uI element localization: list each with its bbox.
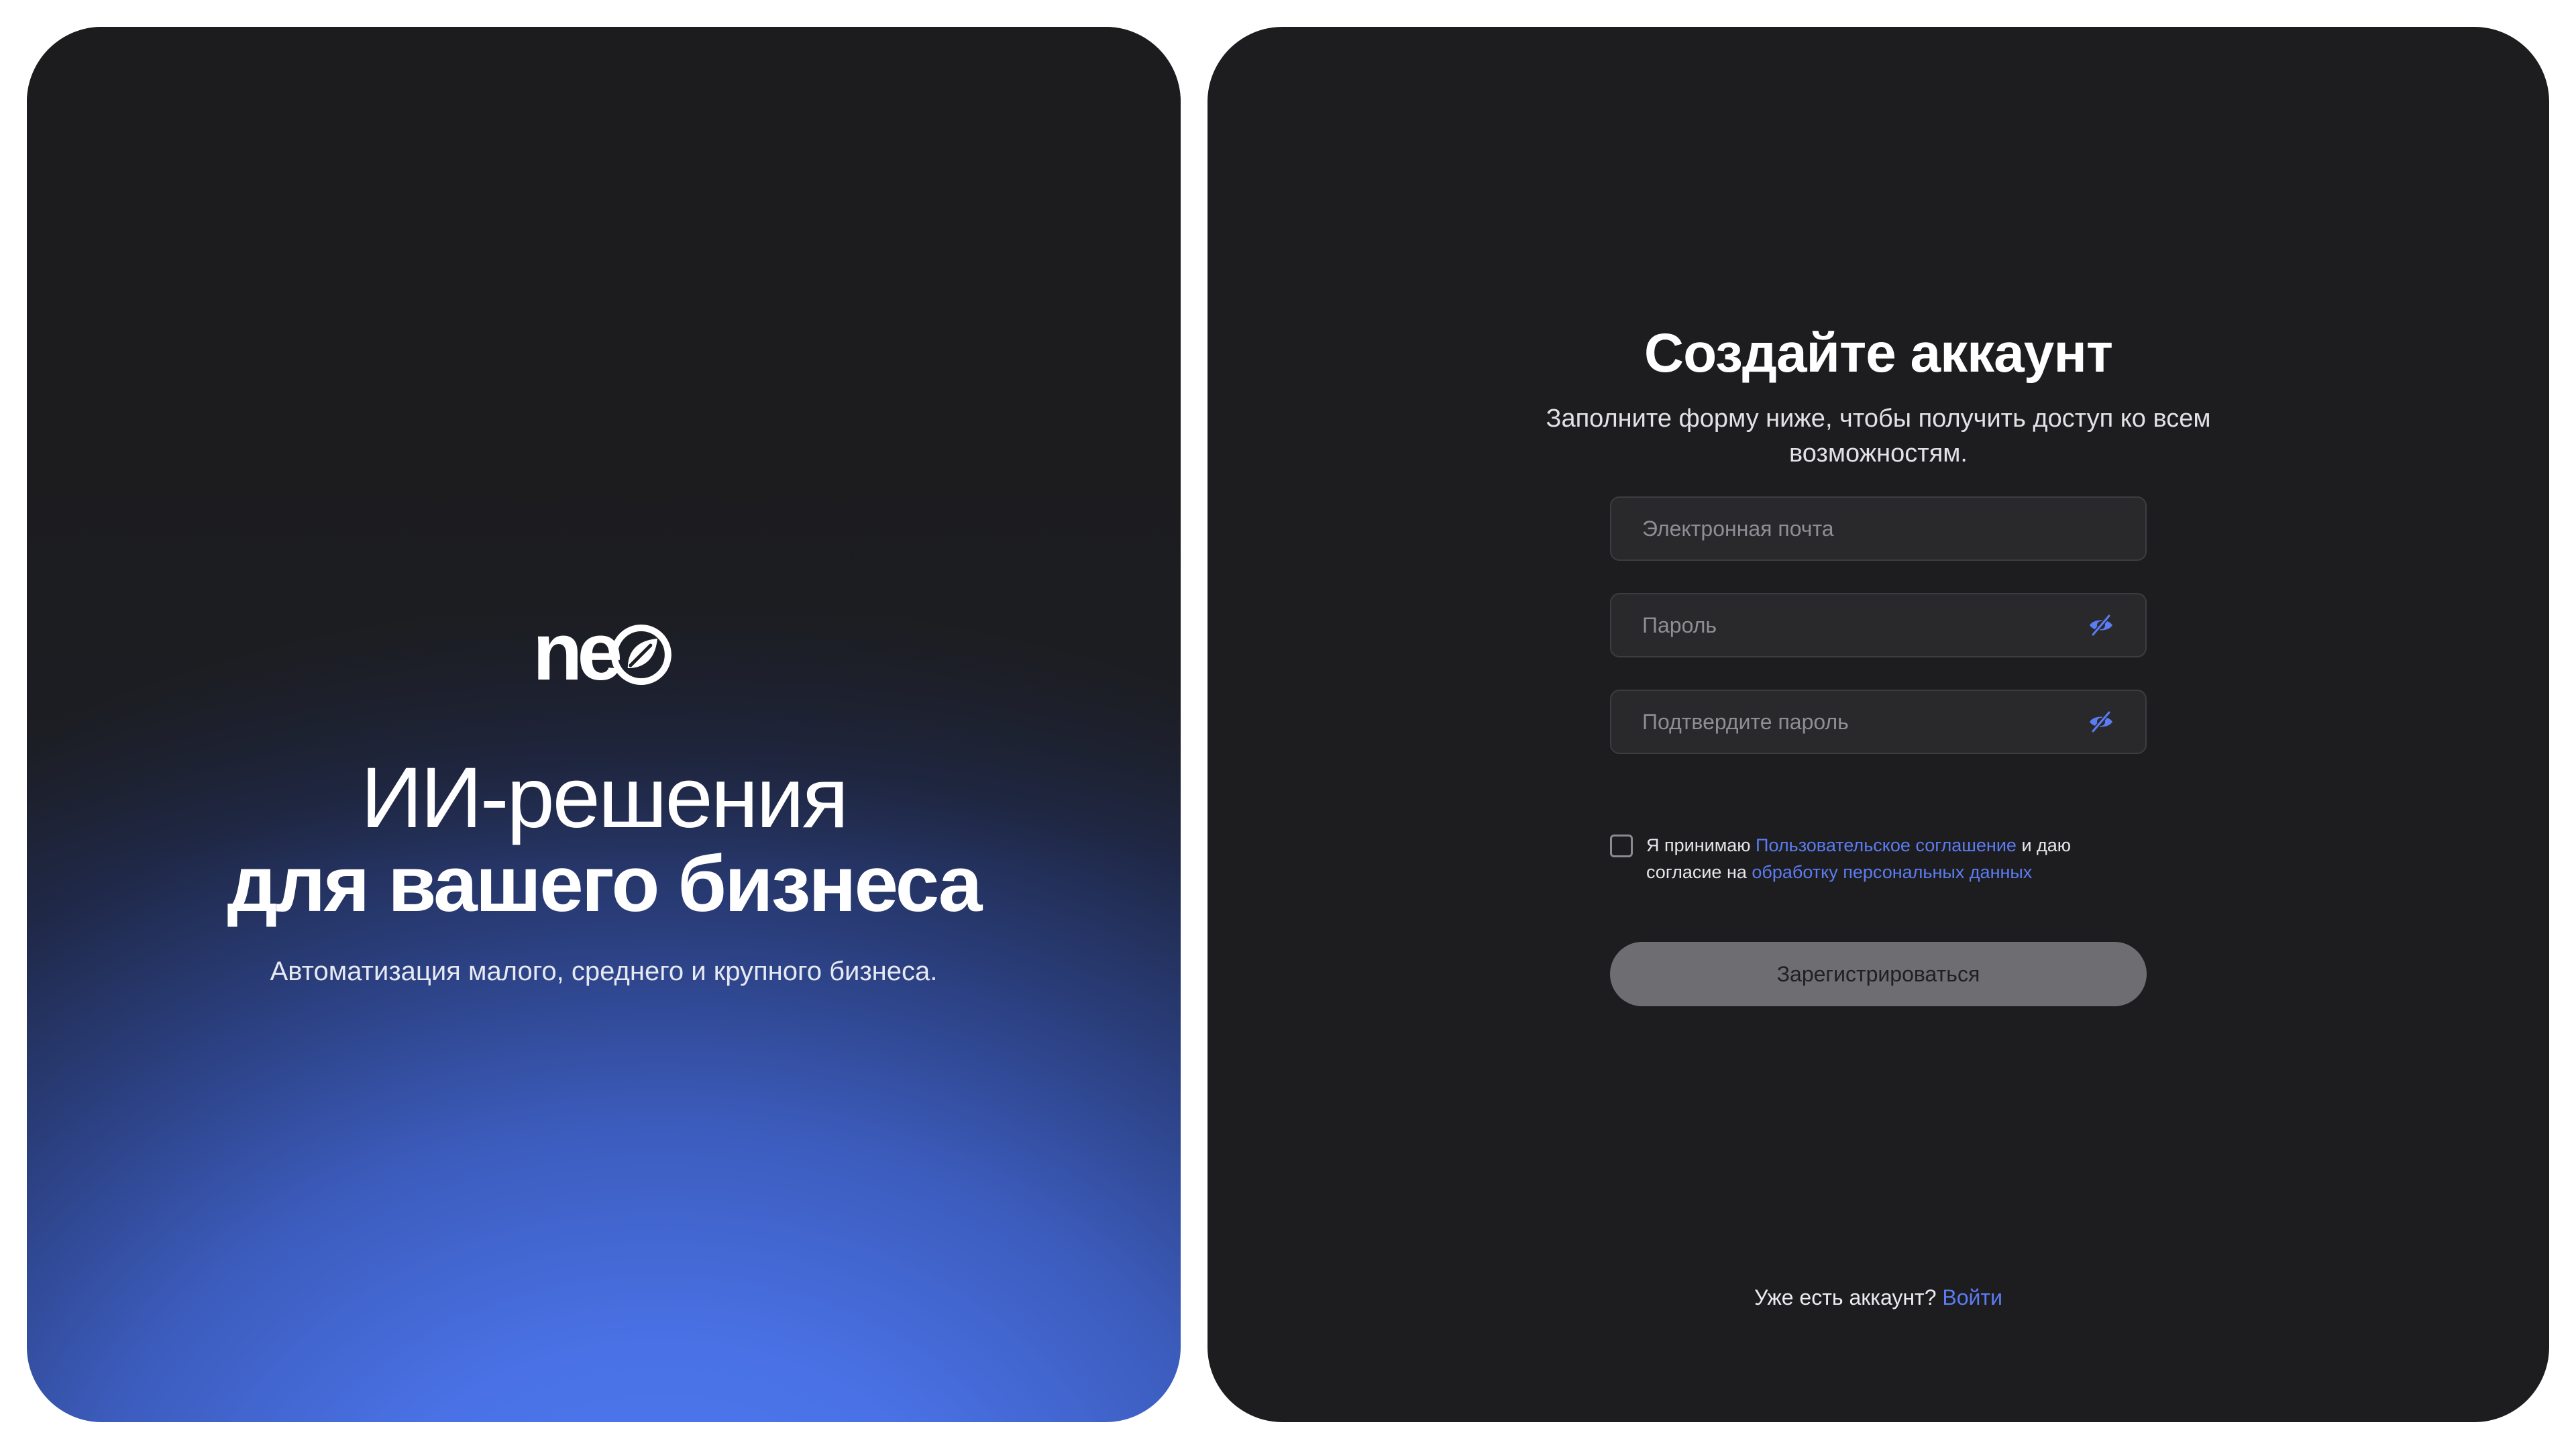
hero-headline-line1: ИИ-решения [360,750,849,846]
register-button[interactable]: Зарегистрироваться [1610,942,2147,1006]
hero-subtitle: Автоматизация малого, среднего и крупног… [270,957,938,986]
consent-text: Я принимаю Пользовательское соглашение и… [1646,832,2147,885]
form-title: Создайте аккаунт [1644,323,2113,384]
consent-checkbox[interactable] [1610,835,1633,857]
logo-wordmark: ne [532,606,623,697]
signin-prompt: Уже есть аккаунт? Войти [1208,1285,2549,1310]
terms-link[interactable]: Пользовательское соглашение [1756,835,2017,855]
consent-prefix: Я принимаю [1646,835,1756,855]
password-field[interactable]: Пароль [1610,593,2147,657]
form-subtitle: Заполните форму ниже, чтобы получить дос… [1546,405,2211,468]
confirm-password-placeholder: Подтвердите пароль [1642,709,1849,734]
neo-logo: ne [533,610,675,692]
privacy-link[interactable]: обработку персональных данных [1752,862,2032,882]
password-placeholder: Пароль [1642,612,1717,637]
eye-slash-icon[interactable] [2088,708,2114,735]
signin-question: Уже есть аккаунт? [1754,1285,1937,1309]
consent-row: Я принимаю Пользовательское соглашение и… [1610,832,2147,885]
email-field[interactable]: Электронная почта [1610,496,2147,561]
hero-headline-line2: для вашего бизнеса [227,840,983,928]
email-placeholder: Электронная почта [1642,516,1834,541]
signup-panel: Создайте аккаунт Заполните форму ниже, ч… [1208,27,2549,1422]
eye-slash-icon[interactable] [2088,612,2114,639]
confirm-password-field[interactable]: Подтвердите пароль [1610,690,2147,754]
hero-panel: ne ИИ-решения для вашего бизнеса Автомат… [27,27,1181,1422]
signin-link[interactable]: Войти [1942,1285,2002,1309]
leaf-icon [611,625,672,685]
